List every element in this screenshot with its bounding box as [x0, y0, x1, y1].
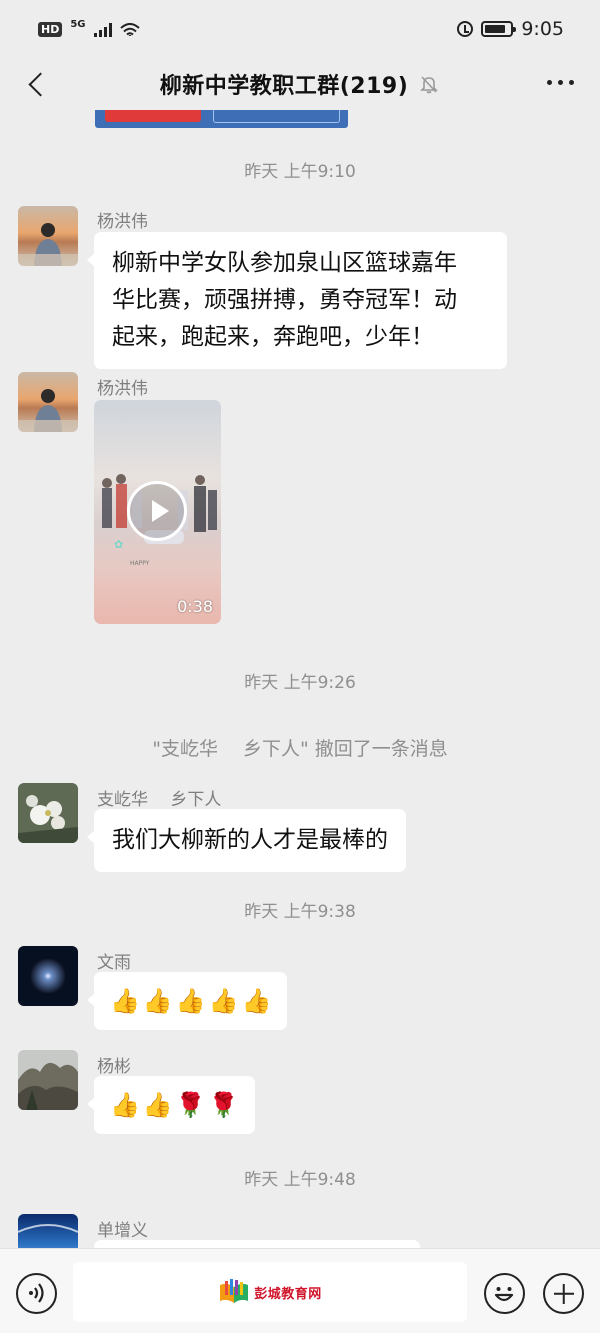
- watermark: 彭城教育网: [218, 1279, 322, 1305]
- sender-name: 文雨: [97, 953, 131, 973]
- previous-image-message[interactable]: [95, 110, 348, 128]
- message-bubble[interactable]: 柳新中学女队参加泉山区篮球嘉年 华比赛，顽强拼搏，勇夺冠军！动 起来，跑起来，奔…: [87, 232, 507, 369]
- avatar[interactable]: [18, 372, 78, 432]
- rose-icon: 🌹: [175, 1091, 206, 1119]
- wifi-icon: [119, 22, 140, 36]
- timestamp: 昨天 上午9:10: [244, 162, 356, 182]
- sender-name: 杨洪伟: [97, 379, 148, 399]
- sender-name: 杨洪伟: [97, 212, 148, 232]
- network-type: 5G: [70, 18, 86, 30]
- message-line: 柳新中学女队参加泉山区篮球嘉年: [112, 250, 457, 276]
- message-input[interactable]: 彭城教育网: [73, 1262, 467, 1322]
- hd-badge: HD: [38, 21, 63, 37]
- watermark-text: 彭城教育网: [254, 1286, 322, 1302]
- chat-area[interactable]: 昨天 上午9:10 杨洪伟 柳新中学女队参加泉山区篮球嘉年 华比赛，顽强拼搏，勇…: [0, 110, 600, 1248]
- thumbs-up-icon: 👍: [110, 1091, 140, 1119]
- emoji-row: 👍 👍 👍 👍 👍: [110, 984, 271, 1018]
- message-bubble[interactable]: 我们大柳新的人才是最棒的: [87, 809, 406, 872]
- rose-icon: 🌹: [208, 1091, 239, 1119]
- video-duration: 0:38: [177, 597, 213, 616]
- avatar[interactable]: [18, 206, 78, 266]
- emoji-icon[interactable]: [484, 1273, 525, 1314]
- message-bubble[interactable]: 👍 👍 👍 👍 👍: [86, 972, 288, 1030]
- voice-icon[interactable]: [16, 1273, 57, 1314]
- thumbs-up-icon: 👍: [208, 987, 239, 1015]
- message-line: 起来，跑起来，奔跑吧，少年！: [112, 324, 434, 350]
- book-logo-icon: [220, 1279, 249, 1303]
- more-icon[interactable]: [547, 80, 574, 85]
- title-wrap: 柳新中学教职工群(219): [160, 68, 441, 100]
- thumbs-up-icon: 👍: [142, 1091, 173, 1119]
- thumbs-up-icon: 👍: [241, 987, 272, 1015]
- emoji-row: 👍 👍 🌹 🌹: [110, 1088, 239, 1122]
- avatar[interactable]: [18, 1214, 78, 1248]
- avatar[interactable]: [18, 946, 78, 1006]
- recall-notice: "支屹华 乡下人" 撤回了一条消息: [152, 738, 448, 760]
- chat-header: 柳新中学教职工群(219): [0, 58, 600, 110]
- timestamp: 昨天 上午9:48: [244, 1170, 356, 1190]
- status-left: HD 5G: [38, 18, 140, 37]
- sender-name: 支屹华 乡下人: [97, 790, 222, 810]
- bell-muted-icon: [420, 76, 439, 94]
- signal-icon: [93, 21, 112, 37]
- input-bar: 彭城教育网: [0, 1248, 600, 1333]
- message-bubble[interactable]: 👍 👍 🌹 🌹: [87, 1076, 255, 1134]
- play-icon[interactable]: [127, 481, 187, 541]
- chat-title[interactable]: 柳新中学教职工群(219): [160, 68, 409, 100]
- avatar[interactable]: [18, 1050, 78, 1110]
- plus-icon[interactable]: [543, 1273, 584, 1314]
- message-line: 华比赛，顽强拼搏，勇夺冠军！动: [112, 287, 457, 313]
- svg-text:✿: ✿: [114, 538, 123, 551]
- status-bar: HD 5G 9:05: [0, 0, 600, 58]
- sender-name: 杨彬: [97, 1057, 131, 1077]
- status-time: 9:05: [521, 18, 564, 40]
- alarm-icon: [457, 21, 474, 37]
- message-text: 我们大柳新的人才是最棒的: [112, 827, 388, 853]
- sender-name: 单增义: [97, 1221, 148, 1241]
- status-right: 9:05: [457, 18, 564, 40]
- thumbs-up-icon: 👍: [110, 987, 140, 1015]
- thumbs-up-icon: 👍: [142, 987, 173, 1015]
- message-bubble[interactable]: [94, 1240, 420, 1248]
- video-caption: HAPPY: [130, 560, 150, 567]
- battery-icon: [481, 21, 517, 37]
- back-icon[interactable]: [22, 69, 50, 99]
- avatar[interactable]: [18, 783, 78, 843]
- thumbs-up-icon: 👍: [175, 987, 206, 1015]
- timestamp: 昨天 上午9:38: [244, 902, 356, 922]
- timestamp: 昨天 上午9:26: [244, 673, 356, 693]
- video-message[interactable]: ✿ HAPPY 0:38: [94, 400, 221, 624]
